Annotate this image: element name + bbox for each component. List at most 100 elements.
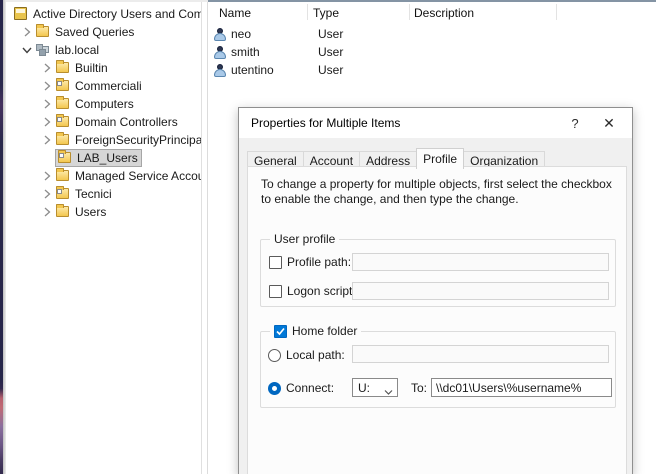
- cell-name: neo: [231, 27, 251, 41]
- column-divider[interactable]: [307, 4, 308, 20]
- domain-icon: [35, 43, 51, 57]
- tree-item-label: Users: [75, 205, 106, 219]
- ou-folder-icon: [55, 187, 71, 201]
- user-profile-group-title: User profile: [270, 232, 339, 246]
- connect-to-input[interactable]: [431, 378, 612, 397]
- profile-path-checkbox[interactable]: [269, 256, 282, 269]
- tab-profile[interactable]: Profile: [416, 148, 464, 169]
- column-divider[interactable]: [556, 4, 557, 20]
- chevron-right-icon[interactable]: [38, 61, 55, 75]
- local-path-input[interactable]: [352, 345, 609, 363]
- close-icon[interactable]: ✕: [592, 109, 626, 137]
- connect-label[interactable]: Connect:: [286, 381, 334, 395]
- console-root-icon: [13, 7, 29, 21]
- folder-icon: [55, 205, 71, 219]
- tree-item-managed-service-accounts[interactable]: Managed Service Accounts: [6, 167, 201, 185]
- tree-item-label: Managed Service Accounts: [75, 169, 202, 183]
- tree-item-domain-controllers[interactable]: Domain Controllers: [6, 113, 201, 131]
- profile-tab-page: To change a property for multiple object…: [247, 166, 627, 474]
- tree-item-builtin[interactable]: Builtin: [6, 59, 201, 77]
- tree-item-label: lab.local: [55, 43, 99, 57]
- column-header-name[interactable]: Name: [219, 6, 251, 20]
- cell-name: utentino: [231, 63, 274, 77]
- chevron-right-icon[interactable]: [38, 133, 55, 147]
- tree-item-active-directory-root[interactable]: Active Directory Users and Com: [6, 5, 201, 23]
- cell-type: User: [318, 27, 343, 41]
- list-header: Name Type Description: [209, 2, 656, 22]
- home-folder-label[interactable]: Home folder: [292, 324, 357, 338]
- chevron-right-icon[interactable]: [38, 187, 55, 201]
- chevron-right-icon[interactable]: [38, 79, 55, 93]
- folder-icon: [55, 97, 71, 111]
- folder-icon: [55, 133, 71, 147]
- aduc-window: Active Directory Users and Com Saved Que…: [0, 0, 656, 474]
- folder-icon: [35, 25, 51, 39]
- local-path-row: Local path:: [268, 348, 345, 362]
- user-icon: [214, 46, 226, 59]
- tree-item-saved-queries[interactable]: Saved Queries: [6, 23, 201, 41]
- tree-selection-highlight: LAB_Users: [55, 149, 142, 167]
- home-folder-groupbox: Home folder Local path: Connect: U: To:: [260, 331, 616, 408]
- home-folder-checkbox[interactable]: [274, 325, 287, 338]
- tree-item-users[interactable]: Users: [6, 203, 201, 221]
- help-button[interactable]: ?: [558, 109, 592, 137]
- to-label: To:: [411, 381, 427, 395]
- list-row-smith[interactable]: smith User: [214, 43, 260, 61]
- ou-folder-icon: [55, 115, 71, 129]
- column-divider[interactable]: [409, 4, 410, 20]
- chevron-right-icon[interactable]: [38, 115, 55, 129]
- console-tree-panel: Active Directory Users and Com Saved Que…: [6, 2, 202, 474]
- cell-name: smith: [231, 45, 260, 59]
- properties-dialog: Properties for Multiple Items ? ✕ Genera…: [238, 107, 633, 474]
- chevron-right-icon[interactable]: [18, 25, 35, 39]
- profile-path-label[interactable]: Profile path:: [287, 255, 351, 269]
- folder-icon: [55, 61, 71, 75]
- tree-item-tecnici[interactable]: Tecnici: [6, 185, 201, 203]
- tree-item-label: Active Directory Users and Com: [33, 7, 202, 21]
- local-path-radio[interactable]: [268, 349, 281, 362]
- profile-path-row: Profile path:: [269, 255, 351, 269]
- connect-row: Connect:: [268, 381, 334, 395]
- tree-item-computers[interactable]: Computers: [6, 95, 201, 113]
- panel-splitter[interactable]: [203, 2, 208, 474]
- column-header-description[interactable]: Description: [414, 6, 474, 20]
- local-path-label[interactable]: Local path:: [286, 348, 345, 362]
- chevron-right-icon[interactable]: [38, 169, 55, 183]
- tree-item-commerciali[interactable]: Commerciali: [6, 77, 201, 95]
- logon-script-label[interactable]: Logon script:: [287, 284, 356, 298]
- cell-type: User: [318, 45, 343, 59]
- logon-script-row: Logon script:: [269, 284, 356, 298]
- user-profile-groupbox: User profile Profile path: Logon script:: [260, 239, 616, 307]
- tree-item-label: LAB_Users: [77, 151, 138, 165]
- tree-item-lab-local[interactable]: lab.local: [6, 41, 201, 59]
- chevron-right-icon[interactable]: [38, 97, 55, 111]
- ou-folder-icon: [57, 151, 73, 165]
- dialog-titlebar[interactable]: Properties for Multiple Items ? ✕: [239, 108, 632, 138]
- tree-item-label: Tecnici: [75, 187, 112, 201]
- user-icon: [214, 28, 226, 41]
- ou-folder-icon: [55, 79, 71, 93]
- tree-item-lab-users[interactable]: LAB_Users: [6, 149, 201, 167]
- chevron-down-icon: [384, 385, 393, 399]
- list-row-neo[interactable]: neo User: [214, 25, 251, 43]
- chevron-down-icon[interactable]: [18, 43, 35, 57]
- tree-item-label: Domain Controllers: [75, 115, 178, 129]
- tree-item-label: Commerciali: [75, 79, 142, 93]
- logon-script-input[interactable]: [352, 282, 609, 300]
- connect-radio[interactable]: [268, 382, 281, 395]
- home-folder-caption: Home folder: [270, 324, 361, 338]
- tree-item-label: Builtin: [75, 61, 108, 75]
- column-header-type[interactable]: Type: [313, 6, 339, 20]
- folder-icon: [55, 169, 71, 183]
- instruction-text: To change a property for multiple object…: [261, 177, 617, 207]
- tree-item-label: ForeignSecurityPrincipals: [75, 133, 202, 147]
- chevron-right-icon[interactable]: [38, 205, 55, 219]
- profile-path-input[interactable]: [352, 253, 609, 271]
- drive-letter-value: U:: [358, 381, 370, 395]
- drive-letter-select[interactable]: U:: [352, 378, 398, 397]
- logon-script-checkbox[interactable]: [269, 285, 282, 298]
- tree-item-label: Saved Queries: [55, 25, 134, 39]
- list-row-utentino[interactable]: utentino User: [214, 61, 274, 79]
- user-icon: [214, 64, 226, 77]
- tree-item-foreign-security-principals[interactable]: ForeignSecurityPrincipals: [6, 131, 201, 149]
